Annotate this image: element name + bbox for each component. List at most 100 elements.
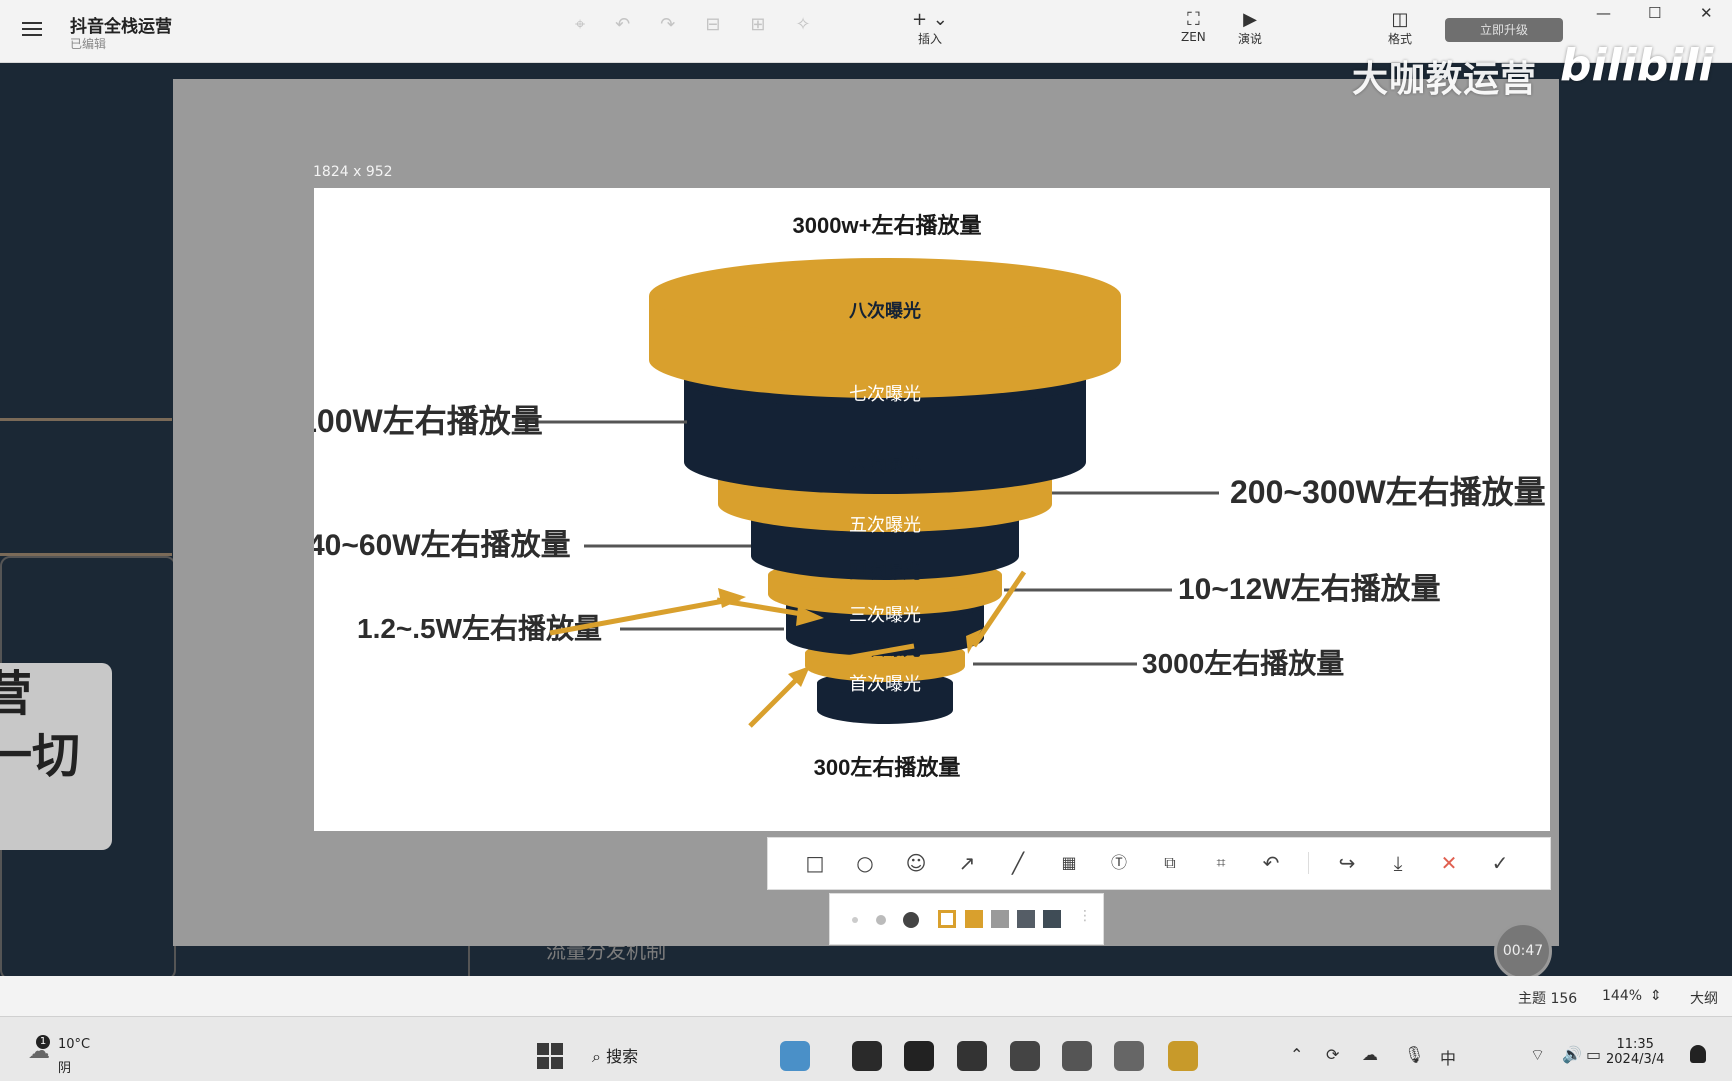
color-swatch-selected[interactable] <box>938 910 956 928</box>
mosaic-icon[interactable]: ▦ <box>1056 850 1082 876</box>
mindmap-root-node[interactable]: 营 一切 <box>0 663 112 850</box>
weather-condition[interactable]: 阴 <box>58 1057 71 1076</box>
clock-time: 11:35 <box>1616 1037 1654 1052</box>
tier-label-8: 八次曝光 <box>849 300 921 321</box>
document-status: 已编辑 <box>70 37 107 51</box>
taskbar-app-icon[interactable] <box>852 1041 882 1071</box>
edit-tools-group: ⌖ ↶ ↷ ⊟ ⊞ ✧ <box>575 14 811 35</box>
ocr-icon[interactable]: ⌗ <box>1208 850 1234 876</box>
tier-label-1: 首次曝光 <box>849 674 921 694</box>
traffic-funnel-graphic: 八次曝光 七次曝光 六次曝光 五次曝光 四次曝光 三次曝光 二次曝光 首次曝光 … <box>314 213 1546 780</box>
tier-label-4: 四次曝光 <box>849 561 921 582</box>
channel-watermark: 大咖教运营 <box>1352 59 1538 100</box>
add-child-icon[interactable]: ⊞ <box>750 14 765 35</box>
battery-icon[interactable]: ▭ <box>1586 1045 1601 1064</box>
color-swatch[interactable] <box>965 910 983 928</box>
zen-mode-button[interactable]: ⛶ ZEN <box>1181 9 1206 45</box>
taskbar-app-icon[interactable] <box>1168 1041 1198 1071</box>
minimize-icon[interactable]: — <box>1596 4 1611 22</box>
taskbar-app-icon[interactable] <box>904 1041 934 1071</box>
topic-count: 主题 156 <box>1518 991 1578 1007</box>
redo-icon[interactable]: ↷ <box>660 14 675 35</box>
share-icon[interactable]: ↪ <box>1334 850 1360 876</box>
close-icon[interactable]: ✕ <box>1436 850 1462 876</box>
clock-date: 2024/3/4 <box>1606 1052 1665 1067</box>
taskbar-app-icon[interactable] <box>1062 1041 1092 1071</box>
download-icon[interactable]: ⤓ <box>1385 850 1411 876</box>
format-panel-button[interactable]: ◫ 格式 <box>1388 10 1412 47</box>
insert-button[interactable]: + ⌄ 插入 <box>912 10 948 47</box>
taskbar-app-icon[interactable] <box>1114 1041 1144 1071</box>
search-icon: ⌕ <box>592 1047 601 1066</box>
zen-icon: ⛶ <box>1187 9 1200 30</box>
annotation-toolbar: □ ○ ☺ ↗ ╱ ▦ Ⓣ ⧉ ⌗ ↶ ↪ ⤓ ✕ ✓ <box>767 837 1551 890</box>
notification-bell-icon[interactable] <box>1690 1045 1706 1063</box>
plus-icon: + ⌄ <box>912 9 948 30</box>
recording-timer[interactable]: 00:47 <box>1494 922 1552 980</box>
rectangle-icon[interactable]: □ <box>802 850 828 876</box>
tray-sync-icon[interactable]: ⟳ <box>1326 1045 1339 1064</box>
size-medium-dot[interactable] <box>876 915 886 925</box>
circle-icon[interactable]: ○ <box>852 850 878 876</box>
wifi-icon[interactable]: ⌔ <box>1530 1045 1545 1065</box>
taskbar-app-icon[interactable] <box>957 1041 987 1071</box>
os-taskbar: ☁ 1 10°C 阴 ⌕ 搜索 ⌃ ⟳ ☁ 🎙 中 ⌔ 🔊 ▭ 11:35 20… <box>0 1016 1732 1081</box>
undo-icon[interactable]: ↶ <box>615 14 630 35</box>
emoji-icon[interactable]: ☺ <box>903 850 929 876</box>
toolbar-divider <box>1308 852 1309 874</box>
funnel-tier-8 <box>649 258 1121 398</box>
editor-status-bar: 主题 156 144% ⇕ 大纲 <box>0 976 1732 1016</box>
text-icon[interactable]: Ⓣ <box>1106 850 1132 876</box>
hamburger-menu-icon[interactable] <box>22 22 42 36</box>
color-swatch[interactable] <box>1017 910 1035 928</box>
volume-icon[interactable]: 🔊 <box>1562 1045 1582 1064</box>
stroke-palette: ⋮ <box>829 893 1104 945</box>
callout-right-1: 200~300W左右播放量 <box>1230 474 1546 510</box>
tray-overflow-icon[interactable]: ⌃ <box>1290 1045 1303 1064</box>
color-swatch[interactable] <box>991 910 1009 928</box>
mindmap-connector <box>0 418 172 421</box>
format-panel-icon: ◫ <box>1391 9 1409 30</box>
tier-label-6: 六次曝光 <box>849 455 921 476</box>
outline-toggle[interactable]: 大纲 <box>1690 988 1718 1008</box>
bottom-traffic-label: 300左右播放量 <box>814 755 961 780</box>
system-clock[interactable]: 11:35 2024/3/4 <box>1606 1037 1664 1067</box>
weather-temperature[interactable]: 10°C <box>58 1037 90 1052</box>
microphone-icon[interactable]: 🎙 <box>1404 1045 1424 1064</box>
zoom-level[interactable]: 144% <box>1602 988 1642 1004</box>
present-button[interactable]: ▶ 演说 <box>1238 10 1262 47</box>
add-sibling-icon[interactable]: ⊟ <box>705 14 720 35</box>
captured-image[interactable]: 八次曝光 七次曝光 六次曝光 五次曝光 四次曝光 三次曝光 二次曝光 首次曝光 … <box>314 188 1550 831</box>
style-icon[interactable]: ✧ <box>796 14 811 35</box>
pin-icon[interactable]: ⧉ <box>1157 850 1183 876</box>
window-close-icon[interactable]: ✕ <box>1700 4 1713 22</box>
taskbar-app-icon[interactable] <box>1010 1041 1040 1071</box>
tier-label-7: 七次曝光 <box>849 384 921 404</box>
line-icon[interactable]: ╱ <box>1005 850 1031 876</box>
callout-right-3: 3000左右播放量 <box>1142 647 1344 679</box>
taskbar-search[interactable]: ⌕ 搜索 <box>592 1043 638 1067</box>
top-traffic-label: 3000w+左右播放量 <box>793 213 982 238</box>
tier-label-5: 五次曝光 <box>849 515 921 535</box>
more-colors-icon[interactable]: ⋮ <box>1078 908 1092 924</box>
document-title: 抖音全栈运营 <box>70 17 172 37</box>
size-large-dot[interactable] <box>903 912 919 928</box>
maximize-icon[interactable]: ☐ <box>1648 4 1661 22</box>
present-icon: ▶ <box>1243 9 1257 30</box>
capture-dimensions: 1824 x 952 <box>313 164 393 180</box>
notification-badge: 1 <box>36 1035 50 1049</box>
size-small-dot[interactable] <box>852 917 858 923</box>
callout-left-1: 700~1100W左右播放量 <box>314 403 543 439</box>
upgrade-button[interactable]: 立即升级 <box>1445 18 1563 42</box>
start-button[interactable] <box>537 1043 563 1069</box>
taskbar-app-icon[interactable] <box>780 1041 810 1071</box>
arrow-icon[interactable]: ↗ <box>954 850 980 876</box>
paint-format-icon[interactable]: ⌖ <box>575 14 585 35</box>
tray-cloud-icon[interactable]: ☁ <box>1362 1045 1378 1064</box>
ime-indicator[interactable]: 中 <box>1440 1045 1456 1069</box>
zoom-stepper-icon[interactable]: ⇕ <box>1650 988 1662 1004</box>
undo-icon[interactable]: ↶ <box>1258 850 1284 876</box>
color-swatch[interactable] <box>1043 910 1061 928</box>
confirm-icon[interactable]: ✓ <box>1487 850 1513 876</box>
callout-right-2: 10~12W左右播放量 <box>1178 573 1441 606</box>
